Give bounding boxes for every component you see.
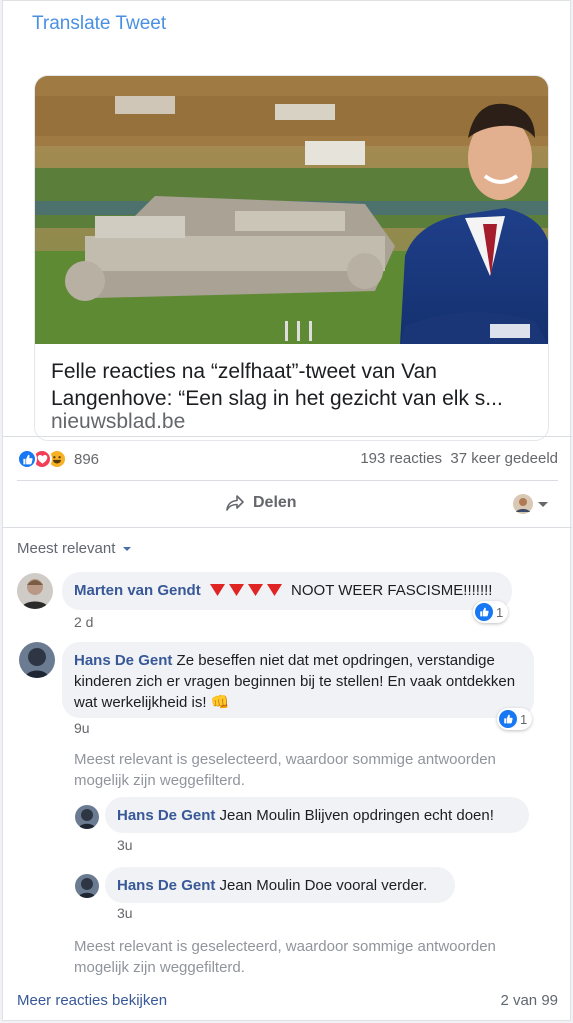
caret-down-icon: [538, 502, 548, 507]
view-more-comments-link[interactable]: Meer reacties bekijken: [17, 992, 167, 1009]
comment-like-badge[interactable]: 1: [473, 601, 509, 623]
translate-tweet-link[interactable]: Translate Tweet: [32, 13, 166, 35]
divider: [17, 480, 558, 481]
reaction-count: 896: [74, 450, 100, 468]
comment-author[interactable]: Hans De Gent: [74, 652, 172, 669]
filter-note: Meest relevant is geselecteerd, waardoor…: [74, 751, 496, 789]
comment-text: NOOT WEER FASCISME!!!!!!!: [291, 582, 493, 599]
divider: [3, 527, 572, 528]
share-icon: [226, 495, 244, 511]
share-label: Delen: [253, 494, 297, 511]
comment-time[interactable]: 9u: [74, 720, 90, 736]
share-count[interactable]: 37 keer gedeeld: [450, 450, 558, 467]
reply-author[interactable]: Hans De Gent: [117, 807, 215, 824]
sort-label: Meest relevant: [17, 540, 116, 557]
like-icon: [17, 449, 37, 469]
comment-sort-selector[interactable]: Meest relevant: [17, 540, 132, 557]
reply-time[interactable]: 3u: [117, 905, 133, 921]
post-as-selector[interactable]: [513, 494, 550, 514]
comment-count[interactable]: 193 reacties: [360, 450, 442, 467]
comment-bubble: Marten van Gendt NOOT WEER FASCISME!!!!!…: [62, 572, 512, 610]
reply-text: Jean Moulin Doe vooral verder.: [219, 877, 428, 894]
like-count: 1: [496, 604, 504, 620]
comment-author[interactable]: Marten van Gendt: [74, 582, 201, 599]
like-icon: [499, 710, 517, 728]
like-count: 1: [520, 711, 528, 727]
comment-pagination: 2 van 99: [500, 992, 558, 1009]
reply-text: Jean Moulin Blijven opdringen echt doen!: [219, 807, 494, 824]
filter-note: Meest relevant is geselecteerd, waardoor…: [74, 938, 496, 976]
caret-down-icon: [122, 547, 131, 551]
article-title[interactable]: Felle reacties na “zelfhaat”-tweet van V…: [51, 358, 541, 412]
divider: [3, 436, 572, 437]
reply-bubble: Hans De Gent Jean Moulin Blijven opdring…: [105, 797, 529, 833]
comment-like-badge[interactable]: 1: [497, 708, 533, 730]
reply-time[interactable]: 3u: [117, 837, 133, 853]
reply-author[interactable]: Hans De Gent: [117, 877, 215, 894]
red-triangle-icon: [209, 583, 283, 597]
reply-bubble: Hans De Gent Jean Moulin Doe vooral verd…: [105, 867, 455, 903]
article-domain: nieuwsblad.be: [51, 410, 186, 433]
commenter-avatar[interactable]: [17, 573, 53, 609]
comment-time[interactable]: 2 d: [74, 614, 93, 630]
user-avatar-icon: [513, 494, 533, 514]
comment-bubble: Hans De Gent Ze beseffen niet dat met op…: [62, 642, 534, 718]
post-card: Translate Tweet Felle reacties na “zelfh…: [2, 0, 572, 1021]
post-stats: 193 reacties 37 keer gedeeld: [360, 450, 558, 467]
article-image: [35, 76, 548, 344]
share-button[interactable]: Delen: [225, 494, 297, 512]
reaction-summary[interactable]: 896: [17, 447, 99, 471]
like-icon: [475, 603, 493, 621]
reply-avatar[interactable]: [75, 874, 99, 898]
commenter-avatar[interactable]: [19, 642, 55, 678]
reply-avatar[interactable]: [75, 805, 99, 829]
link-preview-card[interactable]: Felle reacties na “zelfhaat”-tweet van V…: [34, 75, 549, 441]
